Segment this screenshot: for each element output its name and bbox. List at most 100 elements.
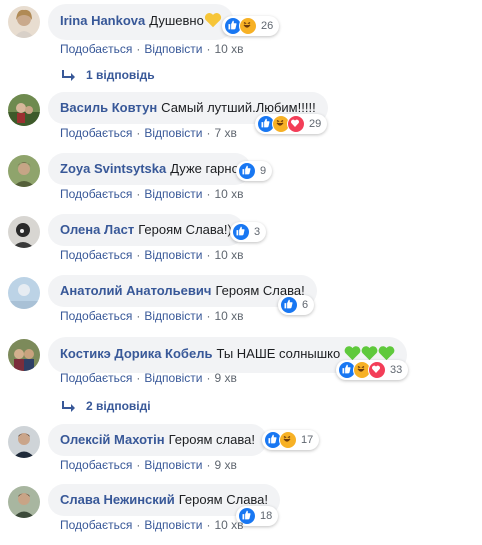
reply-link[interactable]: Відповісти (144, 126, 202, 140)
comment-time[interactable]: 10 хв (214, 248, 243, 262)
reaction-count: 6 (302, 299, 309, 311)
like-link[interactable]: Подобається (60, 371, 132, 385)
comment-time[interactable]: 9 хв (214, 458, 236, 472)
comment-text: Дуже гарно (170, 161, 239, 176)
like-link[interactable]: Подобається (60, 518, 132, 532)
reaction-count: 33 (390, 364, 403, 376)
like-link[interactable]: Подобається (60, 42, 132, 56)
separator: · (206, 458, 211, 472)
comment-author[interactable]: Олена Ласт (60, 222, 134, 237)
comment-text: Душевно (149, 13, 204, 28)
reply-link[interactable]: Відповісти (144, 458, 202, 472)
comment-author[interactable]: Слава Нежинский (60, 492, 175, 507)
separator: · (136, 371, 141, 385)
separator: · (136, 42, 141, 56)
comment-time[interactable]: 10 хв (214, 518, 243, 532)
separator: · (206, 42, 211, 56)
comment-time[interactable]: 7 хв (214, 126, 236, 140)
reply-arrow-icon (62, 401, 75, 412)
separator: · (136, 518, 141, 532)
separator: · (136, 309, 141, 323)
comment-author[interactable]: Василь Ковтун (60, 100, 157, 115)
comment-bubble: Олексій Махотін Героям слава! (48, 424, 267, 456)
comment-author[interactable]: Олексій Махотін (60, 432, 165, 447)
comment-actions: Подобається · Відповісти · 9 хв (60, 371, 237, 385)
separator: · (206, 371, 211, 385)
avatar[interactable] (8, 155, 40, 187)
reaction-summary[interactable]: 33 (336, 360, 409, 380)
separator: · (136, 126, 141, 140)
reply-arrow-icon (62, 70, 75, 81)
comment-text: Самый лутший.Любим!!!!! (161, 100, 316, 115)
like-reaction-icon (238, 162, 256, 180)
reply-link[interactable]: Відповісти (144, 248, 202, 262)
comment-time[interactable]: 10 хв (214, 42, 243, 56)
separator: · (206, 518, 211, 532)
avatar[interactable] (8, 277, 40, 309)
reaction-summary[interactable]: 17 (262, 430, 320, 450)
reaction-count: 3 (254, 226, 261, 238)
view-replies-link[interactable]: 2 відповіді (62, 399, 151, 413)
comment-bubble: Irina Hankova Душевно (48, 4, 234, 40)
comment-bubble: Олена Ласт Героям Слава!) (48, 214, 244, 246)
separator: · (206, 309, 211, 323)
reaction-count: 26 (261, 20, 274, 32)
comment-bubble: Zoya Svintsytska Дуже гарно (48, 153, 251, 185)
comment-actions: Подобається · Відповісти · 10 хв (60, 518, 244, 532)
separator: · (206, 126, 211, 140)
like-link[interactable]: Подобається (60, 187, 132, 201)
reaction-count: 29 (309, 118, 322, 130)
reaction-count: 9 (260, 165, 267, 177)
comment-time[interactable]: 9 хв (214, 371, 236, 385)
comment-author[interactable]: Irina Hankova (60, 13, 145, 28)
reply-link[interactable]: Відповісти (144, 187, 202, 201)
reply-link[interactable]: Відповісти (144, 518, 202, 532)
avatar[interactable] (8, 94, 40, 126)
comment-actions: Подобається · Відповісти · 10 хв (60, 309, 244, 323)
like-link[interactable]: Подобається (60, 458, 132, 472)
reply-link[interactable]: Відповісти (144, 371, 202, 385)
separator: · (136, 248, 141, 262)
reaction-summary[interactable]: 26 (222, 16, 280, 36)
like-link[interactable]: Подобається (60, 126, 132, 140)
reply-link[interactable]: Відповісти (144, 309, 202, 323)
comment-text: Героям Слава!) (138, 222, 232, 237)
avatar[interactable] (8, 216, 40, 248)
comment-actions: Подобається · Відповісти · 9 хв (60, 458, 237, 472)
comment-time[interactable]: 10 хв (214, 309, 243, 323)
avatar[interactable] (8, 6, 40, 38)
reply-link[interactable]: Відповісти (144, 42, 202, 56)
yellow-heart-icon (204, 12, 222, 32)
reaction-summary[interactable]: 6 (278, 295, 315, 315)
separator: · (206, 248, 211, 262)
reaction-count: 18 (260, 510, 273, 522)
avatar[interactable] (8, 486, 40, 518)
comment-time[interactable]: 10 хв (214, 187, 243, 201)
reaction-summary[interactable]: 9 (236, 161, 273, 181)
love-reaction-icon (368, 361, 386, 379)
like-reaction-icon (232, 223, 250, 241)
comment-author[interactable]: Костикэ Дорика Кобель (60, 346, 212, 361)
comment-actions: Подобається · Відповісти · 10 хв (60, 42, 244, 56)
avatar[interactable] (8, 426, 40, 458)
comment-author[interactable]: Анатолий Анатольевич (60, 283, 211, 298)
separator: · (206, 187, 211, 201)
comment-bubble: Анатолий Анатольевич Героям Слава! (48, 275, 317, 307)
reaction-summary[interactable]: 3 (230, 222, 267, 242)
comment-text: Героям Слава! (178, 492, 269, 507)
separator: · (136, 187, 141, 201)
view-replies-link[interactable]: 1 відповідь (62, 68, 155, 82)
haha-reaction-icon (239, 17, 257, 35)
like-link[interactable]: Подобається (60, 309, 132, 323)
comment-text: Ты НАШЕ солнышко (216, 346, 341, 361)
replies-count: 2 відповіді (86, 399, 151, 413)
comment-actions: Подобається · Відповісти · 10 хв (60, 248, 244, 262)
replies-count: 1 відповідь (86, 68, 155, 82)
avatar[interactable] (8, 339, 40, 371)
reaction-summary[interactable]: 29 (255, 114, 328, 134)
comment-author[interactable]: Zoya Svintsytska (60, 161, 166, 176)
comment-actions: Подобається · Відповісти · 10 хв (60, 187, 244, 201)
like-link[interactable]: Подобається (60, 248, 132, 262)
haha-reaction-icon (279, 431, 297, 449)
like-reaction-icon (280, 296, 298, 314)
